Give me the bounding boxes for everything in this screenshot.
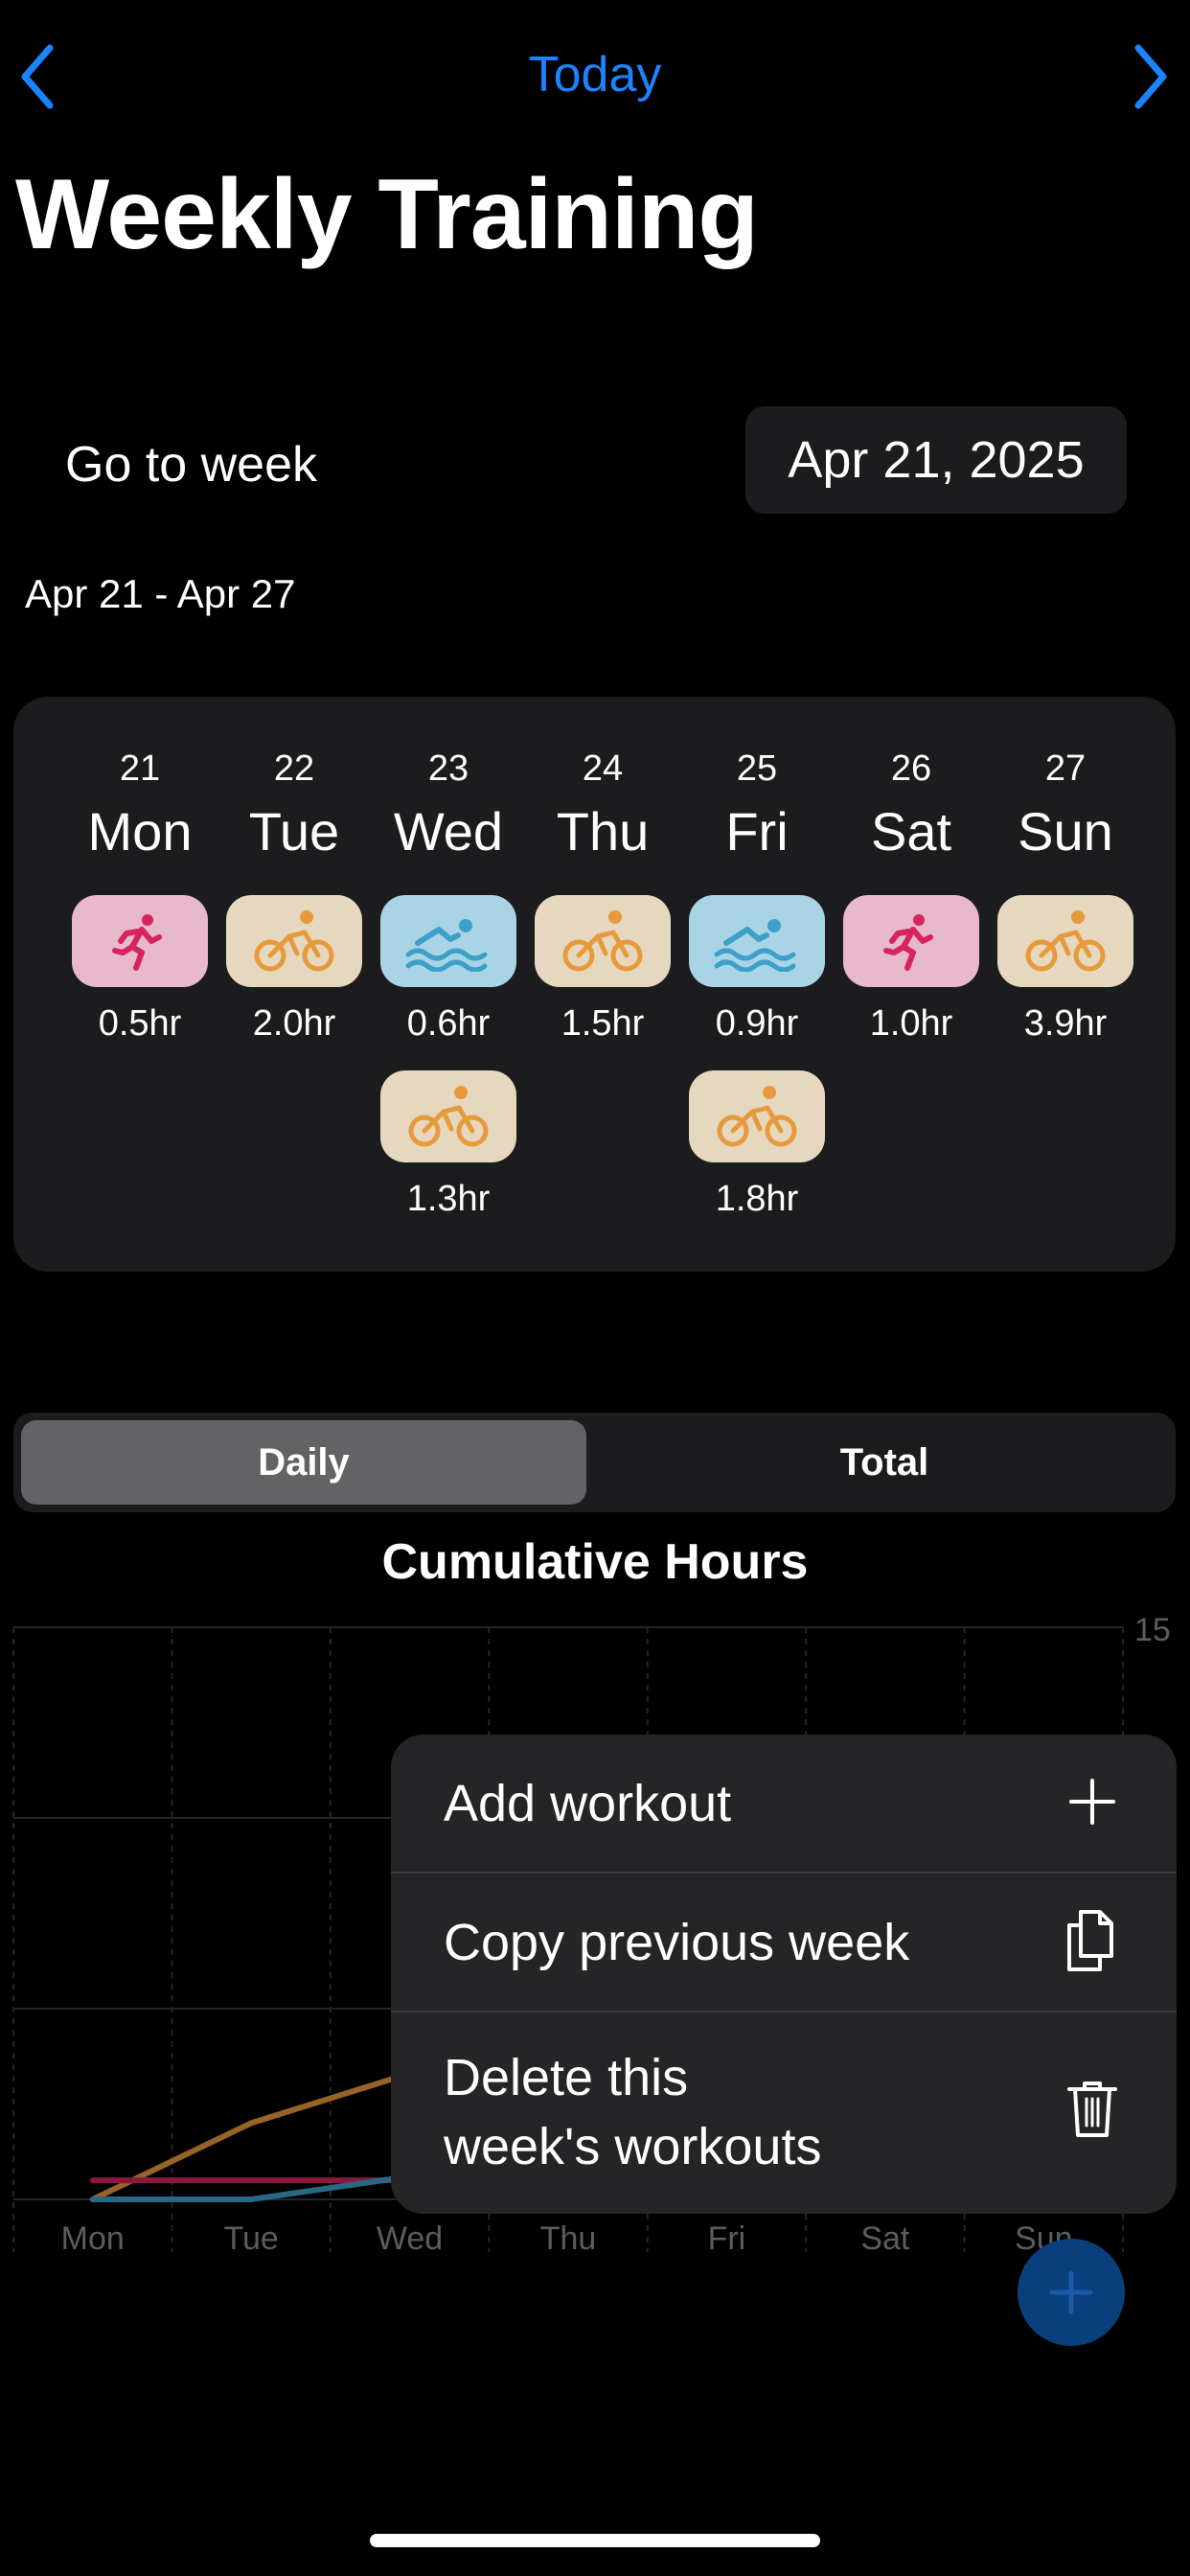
workout-hours: 0.5hr	[98, 1003, 182, 1044]
x-tick-label: Sat	[860, 2220, 910, 2257]
x-tick-label: Thu	[540, 2220, 597, 2257]
plus-icon	[1049, 2270, 1093, 2314]
home-indicator[interactable]	[370, 2534, 820, 2547]
workout-hours: 1.8hr	[715, 1179, 799, 1219]
running-icon	[883, 914, 933, 971]
chevron-right-icon	[1134, 44, 1167, 109]
workout-chip-run[interactable]	[843, 895, 979, 987]
x-tick-label: Mon	[61, 2220, 125, 2257]
cycling-icon	[562, 910, 643, 972]
add-workout-fab[interactable]	[1018, 2239, 1125, 2346]
workout-hours: 1.0hr	[869, 1003, 953, 1044]
x-tick-label: Wed	[377, 2220, 443, 2257]
workout-hours: 0.9hr	[715, 1003, 799, 1044]
swimming-icon	[714, 919, 796, 972]
day-name: Wed	[393, 801, 504, 862]
cycling-icon	[254, 910, 334, 972]
menu-item-label-line2: week's workouts	[444, 2118, 822, 2175]
trash-icon	[1067, 2082, 1117, 2137]
workout-hours: 3.9hr	[1023, 1003, 1108, 1044]
menu-item-copy-previous-week[interactable]: Copy previous week	[391, 1874, 1177, 2012]
segment-total[interactable]: Total	[602, 1420, 1167, 1505]
workout-hours: 1.3hr	[406, 1179, 491, 1219]
cycling-icon	[717, 1086, 797, 1147]
day-name: Fri	[725, 801, 789, 862]
workout-hours: 2.0hr	[252, 1003, 336, 1044]
week-actions-menu: Add workout Copy previous week Delete th…	[391, 1735, 1177, 2214]
workout-chip-swim[interactable]	[380, 895, 516, 987]
workout-chip-swim[interactable]	[689, 895, 825, 987]
workout-hours: 1.5hr	[561, 1003, 645, 1044]
day-number: 22	[273, 748, 315, 789]
menu-item-label: Add workout	[444, 1775, 732, 1832]
menu-item-delete-week[interactable]: Delete this week's workouts	[391, 2012, 1177, 2214]
menu-item-label-line1: Delete this	[444, 2049, 689, 2106]
week-overview-card: 21 Mon 0.5hr 22 Tue 2.0hr 23 Wed 0.6hr 1…	[13, 697, 1176, 1272]
nav-title-today[interactable]: Today	[0, 46, 1190, 104]
day-name: Tue	[248, 801, 340, 862]
go-to-week-label: Go to week	[65, 437, 318, 493]
copy-icon	[1067, 1910, 1113, 1971]
workout-hours: 0.6hr	[406, 1003, 491, 1044]
day-number: 27	[1044, 748, 1087, 789]
swimming-icon	[405, 919, 488, 972]
plus-icon	[1069, 1779, 1115, 1825]
week-date-picker[interactable]: Apr 21, 2025	[745, 406, 1127, 514]
menu-item-add-workout[interactable]: Add workout	[391, 1735, 1177, 1874]
page-title: Weekly Training	[15, 159, 759, 270]
day-name: Thu	[556, 801, 650, 862]
week-range-label: Apr 21 - Apr 27	[25, 571, 296, 616]
x-tick-label: Tue	[223, 2220, 278, 2257]
day-number: 26	[890, 748, 932, 789]
view-mode-segmented-control: Daily Total	[13, 1413, 1176, 1512]
workout-chip-bike[interactable]	[226, 895, 362, 987]
segment-daily[interactable]: Daily	[21, 1420, 586, 1505]
cycling-icon	[408, 1086, 489, 1147]
workout-chip-bike[interactable]	[689, 1070, 825, 1162]
workout-chip-bike[interactable]	[997, 895, 1133, 987]
workout-chip-bike[interactable]	[380, 1070, 516, 1162]
day-number: 25	[736, 748, 778, 789]
day-number: 23	[427, 748, 469, 789]
cycling-icon	[1025, 910, 1106, 972]
chart-title: Cumulative Hours	[381, 1534, 809, 1590]
workout-chip-bike[interactable]	[535, 895, 671, 987]
forward-button[interactable]	[1121, 38, 1188, 115]
workout-chip-run[interactable]	[72, 895, 208, 987]
x-tick-label: Fri	[708, 2220, 746, 2257]
day-name: Mon	[87, 801, 193, 862]
y-tick-label: 15	[1134, 1612, 1171, 1648]
menu-item-label: Copy previous week	[444, 1914, 910, 1971]
day-number: 24	[582, 748, 624, 789]
running-icon	[112, 914, 162, 971]
day-name: Sat	[870, 801, 952, 862]
day-name: Sun	[1018, 801, 1113, 862]
day-number: 21	[119, 748, 161, 789]
